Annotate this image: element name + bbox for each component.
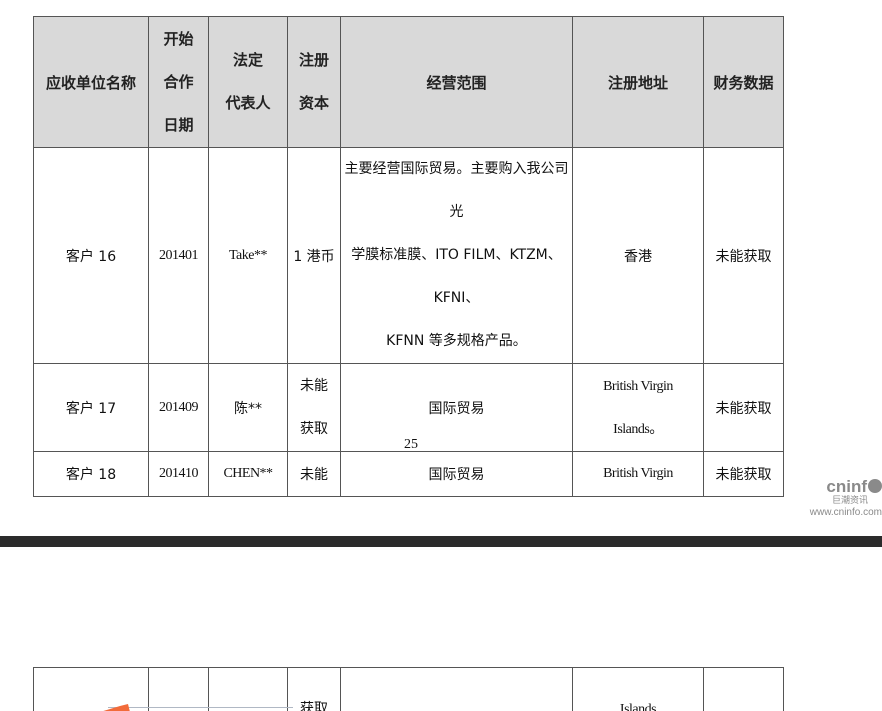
watermark-cn-name: 巨潮资讯 [831,496,868,506]
receivables-table-continuation: 获取 Islands [33,667,784,711]
cninfo-watermark: cninf 巨潮资讯 www.cninfo.com [800,478,882,519]
cell-financials: 未能获取 [703,451,784,497]
scope-line: KFNN 等多规格产品。 [386,333,527,349]
cell-reg-address: 香港 [572,147,704,364]
header-legal-rep-line: 代表人 [225,94,271,112]
header-start-date: 开始 合作 日期 [148,16,209,148]
header-legal-rep-line: 法定 [232,51,263,69]
header-legal-rep: 法定 代表人 [208,16,288,148]
cell-legal-rep [208,667,288,711]
cell-customer-name: 客户 18 [33,451,149,497]
scope-line: 主要经营国际贸易。主要购入我公司光 [344,161,569,220]
selection-line [108,707,293,708]
cell-start-date: 201410 [148,451,209,497]
table-row: 客户 16 201401 Take** 1 港币 主要经营国际贸易。主要购入我公… [33,147,784,364]
cell-reg-capital: 1 港币 [287,147,341,364]
header-reg-address: 注册地址 [572,16,704,148]
header-customer-name: 应收单位名称 [33,16,149,148]
watermark-logo: cninf [800,478,882,496]
reg-address-line: British Virgin [603,378,673,394]
header-reg-capital-line: 资本 [298,94,329,112]
cell-start-date: 201401 [148,147,209,364]
header-business-scope: 经营范围 [340,16,573,148]
cell-legal-rep: CHEN** [208,451,288,497]
cell-business-scope: 主要经营国际贸易。主要购入我公司光 学膜标准膜、ITO FILM、KTZM、KF… [340,147,573,364]
cell-reg-address: Islands [572,667,704,711]
cell-reg-capital: 未能 [287,451,341,497]
page-separator [0,536,882,547]
cursor-arrow-icon [103,704,130,711]
document-page-26: 获取 Islands [0,547,882,711]
cell-start-date [148,667,209,711]
table-row: 客户 18 201410 CHEN** 未能 国际贸易 British Virg… [33,451,784,497]
reg-capital-line: 未能 [300,377,328,394]
page-number: 25 [404,437,418,452]
cninfo-swirl-icon [868,479,882,493]
cell-reg-capital: 获取 [287,667,341,711]
cell-customer-name: 客户 16 [33,147,149,364]
table-row-continuation: 获取 Islands [33,667,784,711]
cell-business-scope: 国际贸易 [340,451,573,497]
watermark-logo-text: cninf [826,477,867,496]
header-start-date-line: 日期 [163,115,194,134]
header-reg-capital-line: 注册 [298,51,329,69]
cell-financials [703,667,784,711]
document-page-25: 应收单位名称 开始 合作 日期 法定 代表人 注册 资本 经营范围 注册地址 财… [0,0,882,536]
cell-legal-rep: Take** [208,147,288,364]
header-reg-capital: 注册 资本 [287,16,341,148]
scope-line: 学膜标准膜、ITO FILM、KTZM、KFNI、 [351,247,562,306]
header-financials: 财务数据 [703,16,784,148]
cell-business-scope [340,667,573,711]
cell-customer-name [33,667,149,711]
table-header-row: 应收单位名称 开始 合作 日期 法定 代表人 注册 资本 经营范围 注册地址 财… [33,16,784,148]
watermark-url: www.cninfo.com [809,507,882,518]
cell-financials: 未能获取 [703,147,784,364]
receivables-customer-table: 应收单位名称 开始 合作 日期 法定 代表人 注册 资本 经营范围 注册地址 财… [33,16,784,497]
header-start-date-line: 开始 [163,29,194,48]
cell-reg-address: British Virgin [572,451,704,497]
header-start-date-line: 合作 [163,72,194,91]
